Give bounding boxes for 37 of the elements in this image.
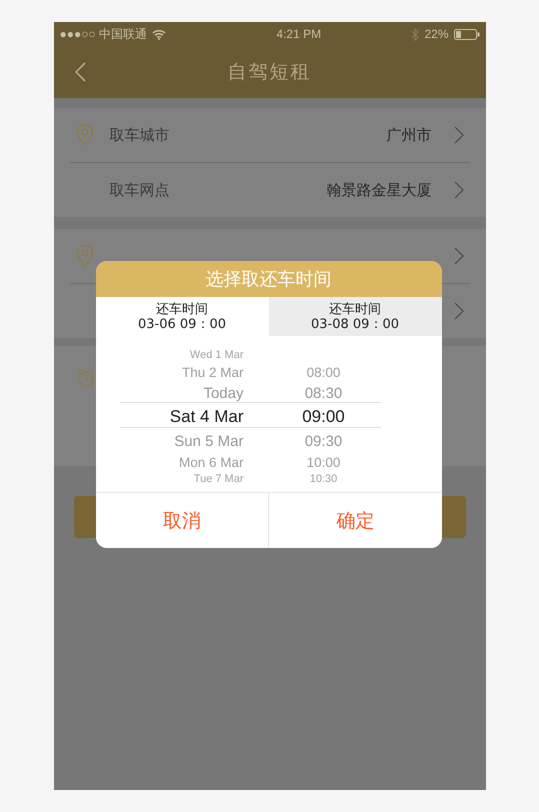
location-pin-icon — [76, 245, 94, 267]
date-option[interactable]: Sun 5 Mar — [96, 432, 244, 450]
row-label: 取车城市 — [110, 126, 170, 144]
pickup-row[interactable]: 取车网点 翰景路金星大厦 — [70, 163, 470, 217]
chevron-icon — [454, 126, 464, 144]
dialog-title: 选择取还车时间 — [96, 261, 442, 297]
row-value: 广州市 — [386, 126, 432, 144]
date-option[interactable]: Tue 7 Mar — [96, 473, 244, 485]
time-option[interactable]: 08:00 — [306, 364, 340, 380]
wifi-icon — [152, 28, 166, 40]
location-pin-icon — [76, 124, 94, 146]
pickup-row[interactable]: 取车城市 广州市 — [70, 108, 470, 163]
carrier-text: ●●●○○ 中国联通 — [60, 26, 148, 42]
time-option[interactable]: 09:30 — [304, 432, 342, 450]
row-label: 取车网点 — [110, 180, 170, 200]
chevron-icon — [454, 181, 464, 199]
alarm-clock-icon — [76, 368, 96, 388]
date-option[interactable]: Mon 6 Mar — [96, 454, 244, 470]
time-option[interactable]: 09:00 — [302, 407, 345, 426]
confirm-button[interactable]: 确定 — [268, 493, 442, 548]
nav-title: 自驾短租 — [228, 60, 312, 85]
battery-icon — [454, 28, 480, 40]
chevron-icon — [454, 247, 464, 265]
time-option[interactable]: 10:30 — [310, 473, 338, 485]
row-value: 翰景路金星大厦 — [326, 180, 432, 200]
chevron-icon — [454, 302, 464, 320]
time-option[interactable]: 08:30 — [304, 384, 342, 402]
date-option[interactable]: Thu 2 Mar — [96, 364, 244, 380]
date-option[interactable]: Sat 4 Mar — [96, 407, 244, 427]
date-option[interactable]: Wed 1 Mar — [96, 349, 244, 361]
time-option[interactable]: 10:00 — [306, 454, 340, 470]
clock-text: 4:21 PM — [275, 27, 322, 41]
date-option[interactable]: Today — [96, 384, 244, 402]
time-tab[interactable]: 还车时间 03-08 09：00 — [268, 297, 442, 336]
back-icon[interactable] — [74, 62, 86, 82]
bluetooth-icon — [411, 28, 420, 40]
battery-text: 22% — [424, 27, 448, 41]
